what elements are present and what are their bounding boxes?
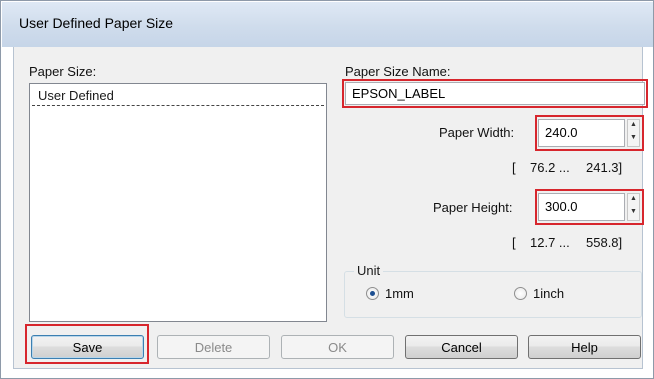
dialog-title: User Defined Paper Size: [19, 15, 174, 31]
paper-size-label: Paper Size:: [29, 64, 97, 79]
paper-height-label: Paper Height:: [433, 200, 513, 215]
save-button[interactable]: Save: [31, 335, 144, 359]
ok-button[interactable]: OK: [281, 335, 394, 359]
paper-width-spinner[interactable]: ▲ ▼: [627, 119, 640, 147]
paper-height-range-open: [: [512, 235, 516, 250]
unit-mm-label[interactable]: 1mm: [385, 286, 414, 301]
paper-width-range-max: 241.3]: [586, 160, 623, 175]
paper-width-range-open: [: [512, 160, 516, 175]
help-button[interactable]: Help: [528, 335, 641, 359]
unit-group-title: Unit: [354, 263, 384, 278]
paper-height-input[interactable]: 300.0: [538, 193, 625, 221]
paper-height-range-min: 12.7 ...: [530, 235, 570, 250]
paper-width-range-min: 76.2 ...: [530, 160, 570, 175]
paper-size-list[interactable]: User Defined: [29, 83, 327, 322]
paper-height-range-max: 558.8]: [586, 235, 623, 250]
spin-down-icon[interactable]: ▼: [628, 133, 639, 146]
dialog-window: User Defined Paper Size Paper Size: User…: [0, 0, 654, 379]
unit-inch-label[interactable]: 1inch: [533, 286, 564, 301]
unit-inch-radio[interactable]: [514, 287, 527, 300]
cancel-button[interactable]: Cancel: [405, 335, 518, 359]
title-bar[interactable]: User Defined Paper Size: [2, 2, 653, 47]
paper-height-spinner[interactable]: ▲ ▼: [627, 193, 640, 221]
paper-width-input[interactable]: 240.0: [538, 119, 625, 147]
spin-up-icon[interactable]: ▲: [628, 194, 639, 207]
list-item[interactable]: User Defined: [32, 86, 324, 106]
spin-down-icon[interactable]: ▼: [628, 207, 639, 220]
spin-up-icon[interactable]: ▲: [628, 120, 639, 133]
delete-button[interactable]: Delete: [157, 335, 270, 359]
paper-size-name-input[interactable]: EPSON_LABEL: [345, 82, 645, 105]
paper-width-label: Paper Width:: [439, 125, 515, 140]
unit-mm-radio[interactable]: [366, 287, 379, 300]
paper-size-name-label: Paper Size Name:: [345, 64, 451, 79]
